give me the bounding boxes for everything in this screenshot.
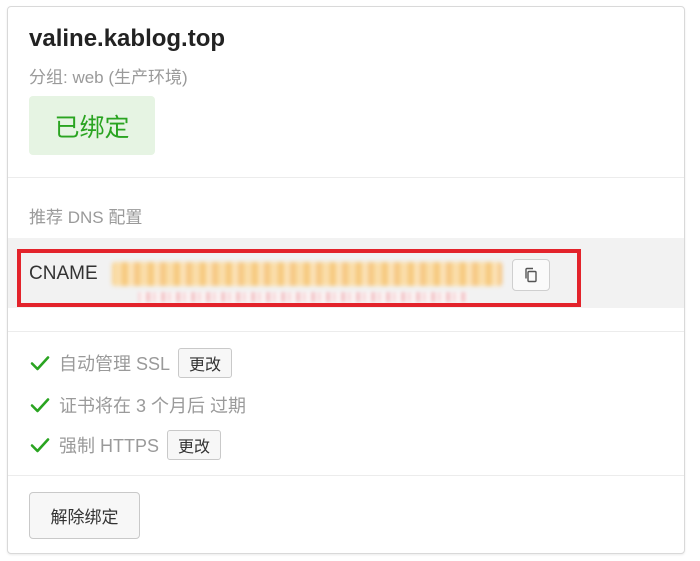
ssl-auto-row: 自动管理 SSL 更改 xyxy=(29,347,233,379)
ssl-expiry-row: 证书将在 3 个月后 过期 xyxy=(29,389,246,421)
ssl-auto-label: 自动管理 SSL xyxy=(59,354,171,374)
domain-name: valine.kablog.top xyxy=(29,25,226,52)
dns-section-label: 推荐 DNS 配置 xyxy=(29,208,143,227)
status-badge: 已绑定 xyxy=(29,96,155,155)
ssl-change-button[interactable]: 更改 xyxy=(178,348,233,378)
https-change-button[interactable]: 更改 xyxy=(167,430,222,460)
divider xyxy=(8,475,684,476)
https-label: 强制 HTTPS xyxy=(59,436,160,456)
divider xyxy=(8,331,684,332)
highlight-box xyxy=(17,249,581,307)
unbind-button[interactable]: 解除绑定 xyxy=(29,492,140,539)
check-icon xyxy=(30,398,50,413)
divider xyxy=(8,177,684,178)
check-icon xyxy=(30,356,50,371)
https-row: 强制 HTTPS 更改 xyxy=(29,429,222,461)
domain-group: 分组: web (生产环境) xyxy=(29,68,188,87)
check-icon xyxy=(30,438,50,453)
ssl-expiry-label: 证书将在 3 个月后 过期 xyxy=(59,396,247,416)
domain-card: valine.kablog.top 分组: web (生产环境) 已绑定 推荐 … xyxy=(7,6,685,554)
